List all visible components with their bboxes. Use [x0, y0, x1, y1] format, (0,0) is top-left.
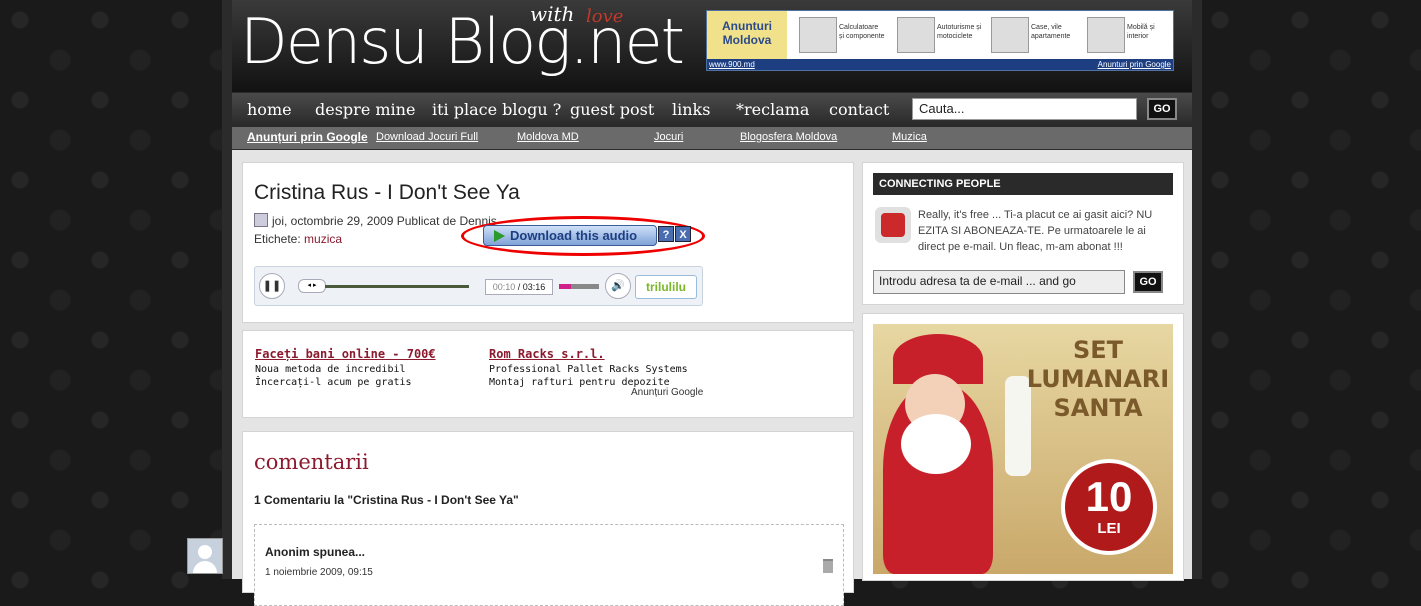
help-icon[interactable]: ?	[658, 226, 674, 242]
sidebar-heading: CONNECTING PEOPLE	[873, 173, 1173, 195]
ad-link[interactable]: Download Jocuri Full	[376, 131, 478, 143]
google-ads-box: Faceți bani online - 700€ Noua metoda de…	[242, 330, 854, 418]
rss-icon[interactable]	[875, 207, 911, 243]
ad-link[interactable]: Moldova MD	[517, 131, 579, 143]
volume-icon[interactable]: 🔊	[605, 273, 631, 299]
ads-google-footer[interactable]: Anunțuri Google	[631, 387, 703, 398]
banner-brand[interactable]: Anunturi Moldova	[707, 11, 787, 59]
tag-link[interactable]: muzica	[304, 232, 342, 246]
volume-slider[interactable]	[559, 284, 599, 289]
banner-category[interactable]: Mobilă și interior	[1085, 15, 1173, 55]
page-container: Densu Blog.net with love Anunturi Moldov…	[222, 0, 1202, 606]
search-input[interactable]: Cauta...	[912, 98, 1137, 120]
ad-title[interactable]: Faceți bani online - 700€	[255, 347, 436, 361]
header-ad-banner[interactable]: Anunturi Moldova Calculatoare și compone…	[706, 10, 1174, 71]
calendar-icon	[254, 213, 268, 227]
audio-player: ❚❚ ◂ ▸ 00:10 / 03:16 🔊 trilulilu	[254, 266, 703, 306]
trilulilu-logo[interactable]: trilulilu	[635, 275, 697, 299]
ads-by-google-label[interactable]: Anunțuri prin Google	[247, 130, 368, 144]
banner-footer-link[interactable]: www.900.md	[709, 59, 755, 70]
ad-text: Professional Pallet Racks Systems Montaj…	[489, 364, 688, 388]
logo-love-text: love	[586, 6, 624, 27]
progress-track[interactable]	[325, 285, 469, 288]
pause-button[interactable]: ❚❚	[259, 273, 285, 299]
nav-guest-post[interactable]: guest post	[570, 100, 654, 119]
ad-unit[interactable]: Faceți bani online - 700€ Noua metoda de…	[255, 345, 465, 389]
comment-date[interactable]: 1 noiembrie 2009, 09:15	[265, 567, 373, 578]
ad-link[interactable]: Muzica	[892, 131, 927, 143]
ad-link[interactable]: Blogosfera Moldova	[740, 131, 837, 143]
content-area: Cristina Rus - I Don't See Ya joi, octom…	[232, 150, 1192, 606]
banner-category[interactable]: Autoturisme și motociclete	[895, 15, 983, 55]
download-audio-button[interactable]: Download this audio	[483, 225, 657, 246]
laptop-icon	[799, 17, 837, 53]
ad-text: Noua metoda de incredibil Încercați-l ac…	[255, 364, 412, 388]
avatar[interactable]	[187, 538, 223, 574]
comment-item: Anonim spunea... 1 noiembrie 2009, 09:15	[254, 524, 844, 606]
nav-iti-place-blogu[interactable]: iti place blogu ?	[432, 100, 561, 119]
subscribe-text: Really, it's free ... Ti-a placut ce ai …	[918, 209, 1153, 253]
post-meta: joi, octombrie 29, 2009 Publicat de Denn…	[254, 213, 497, 228]
price-badge: 10 LEI	[1061, 459, 1157, 555]
seek-arrows-icon[interactable]: ◂ ▸	[298, 279, 326, 293]
volume-level	[559, 284, 571, 289]
ad-links-bar: Anunțuri prin Google Download Jocuri Ful…	[232, 127, 1192, 149]
comments-count: 1 Comentariu la "Cristina Rus - I Don't …	[254, 493, 519, 507]
play-icon	[494, 230, 505, 242]
subscribe-box: CONNECTING PEOPLE Really, it's free ... …	[862, 162, 1184, 305]
delete-comment-icon[interactable]	[823, 559, 833, 573]
post-tags: Etichete: muzica	[254, 232, 343, 246]
santa-beard-shape	[901, 414, 971, 474]
banner-category[interactable]: Calculatoare și componente	[797, 15, 885, 55]
ad-link[interactable]: Jocuri	[654, 131, 683, 143]
subscribe-go-button[interactable]: GO	[1133, 271, 1163, 293]
promo-box: SET LUMANARI SANTA 10 LEI	[862, 313, 1184, 581]
ad-title[interactable]: Rom Racks s.r.l.	[489, 347, 605, 361]
nav-contact[interactable]: contact	[829, 100, 889, 119]
comment-author: Anonim spunea...	[265, 545, 366, 559]
logo-with-text: with	[530, 2, 575, 26]
banner-ads-by-google[interactable]: Anunturi prin Google	[1098, 59, 1171, 70]
promo-title: SET LUMANARI SANTA	[1026, 336, 1170, 422]
nav-reclama[interactable]: *reclama	[736, 100, 809, 119]
comments-box: comentarii 1 Comentariu la "Cristina Rus…	[242, 431, 854, 606]
banner-footer: www.900.md Anunturi prin Google	[707, 59, 1173, 70]
main-nav: home despre mine iti place blogu ? guest…	[232, 93, 1192, 126]
nav-home[interactable]: home	[247, 100, 292, 119]
santa-candle-ad[interactable]: SET LUMANARI SANTA 10 LEI	[873, 324, 1173, 574]
furniture-icon	[1087, 17, 1125, 53]
banner-category[interactable]: Case, vile apartamente	[989, 15, 1077, 55]
nav-links[interactable]: links	[672, 100, 710, 119]
nav-despre-mine[interactable]: despre mine	[315, 100, 415, 119]
car-icon	[897, 17, 935, 53]
close-icon[interactable]: X	[675, 226, 691, 242]
house-icon	[991, 17, 1029, 53]
post-box: Cristina Rus - I Don't See Ya joi, octom…	[242, 162, 854, 323]
search-go-button[interactable]: GO	[1147, 98, 1177, 120]
site-header: Densu Blog.net with love Anunturi Moldov…	[232, 0, 1192, 92]
post-title[interactable]: Cristina Rus - I Don't See Ya	[254, 181, 520, 205]
comments-heading: comentarii	[254, 450, 369, 474]
time-display: 00:10 / 03:16	[485, 279, 553, 295]
ad-unit[interactable]: Rom Racks s.r.l. Professional Pallet Rac…	[489, 345, 719, 389]
email-field[interactable]: Introdu adresa ta de e-mail ... and go	[873, 270, 1125, 294]
